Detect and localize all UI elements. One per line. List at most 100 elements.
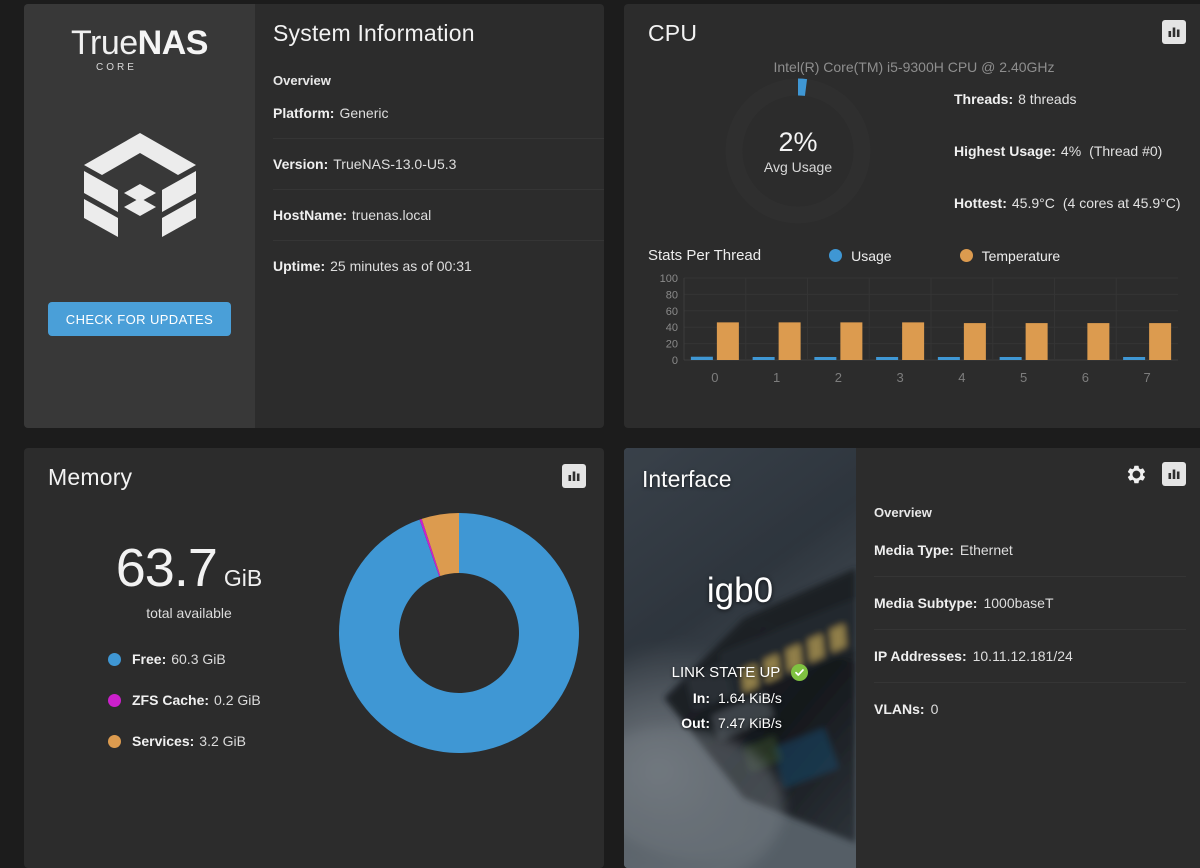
- interface-name: igb0: [706, 571, 774, 610]
- info-row-version: Version: TrueNAS-13.0-U5.3: [273, 139, 604, 190]
- zfs-cache-key: ZFS Cache:: [132, 692, 210, 708]
- svg-text:60: 60: [666, 306, 678, 318]
- hostname-key: HostName:: [273, 207, 347, 223]
- interface-photo-overlay: Interface igb0 LINK STATE UP In: 1.64 KiB…: [624, 448, 856, 868]
- highest-usage-key: Highest Usage:: [954, 143, 1056, 159]
- version-key: Version:: [273, 156, 329, 172]
- memory-summary: 63.7 GiB total available Free: 60.3 GiB Z…: [34, 491, 324, 774]
- info-row-hostname: HostName: truenas.local: [273, 190, 604, 241]
- interface-action-icons: [856, 462, 1200, 486]
- legend-usage-label: Usage: [851, 247, 892, 264]
- services-color-dot: [108, 734, 121, 748]
- interface-row-ip-addresses: IP Addresses: 10.11.12.181/24: [874, 630, 1186, 683]
- services-key: Services:: [132, 733, 195, 749]
- highest-usage-value: 4%: [1060, 143, 1082, 159]
- legend-usage-dot: [829, 249, 843, 262]
- interface-overview-label: Overview: [874, 505, 932, 520]
- media-subtype-key: Media Subtype:: [874, 595, 978, 611]
- out-key: Out:: [681, 715, 710, 731]
- info-row-uptime: Uptime: 25 minutes as of 00:31: [273, 241, 604, 291]
- legend-usage[interactable]: Usage: [829, 247, 892, 264]
- interface-photo: Interface igb0 LINK STATE UP In: 1.64 KiB…: [624, 448, 856, 868]
- info-row-platform: Platform: Generic: [273, 88, 604, 139]
- system-information-details: System Information Overview Platform: Gen…: [255, 4, 604, 428]
- brand-true-text: True: [71, 24, 138, 62]
- thread-chart-header: Stats Per Thread Usage Temperature: [624, 247, 1200, 264]
- free-key: Free:: [132, 651, 167, 667]
- vlans-key: VLANs:: [874, 701, 925, 717]
- memory-donut-chart[interactable]: [324, 511, 594, 755]
- cpu-usage-percent: 2%: [778, 127, 818, 157]
- version-value: TrueNAS-13.0-U5.3: [333, 156, 457, 172]
- cpu-stats-list: Threads: 8 threads Highest Usage: 4% (Threa…: [948, 91, 1186, 211]
- stats-per-thread-title: Stats Per Thread: [648, 247, 762, 264]
- memory-title: Memory: [48, 464, 133, 490]
- cpu-card-header: CPU: [624, 4, 1200, 47]
- system-information-title: System Information: [273, 20, 475, 46]
- svg-text:2: 2: [835, 370, 842, 385]
- svg-text:7: 7: [1144, 370, 1151, 385]
- free-value: 60.3 GiB: [171, 651, 226, 667]
- vlans-value: 0: [930, 701, 939, 717]
- interface-row-media-type: Media Type: Ethernet: [874, 520, 1186, 577]
- free-color-dot: [108, 652, 121, 666]
- link-state: LINK STATE UP: [672, 664, 809, 681]
- cpu-gauge-text: 2% Avg Usage: [648, 77, 948, 225]
- brand-core-text: CORE: [96, 62, 137, 73]
- zfs-cache-value: 0.2 GiB: [214, 692, 261, 708]
- cpu-title: CPU: [648, 20, 698, 46]
- media-type-key: Media Type:: [874, 542, 954, 558]
- cpu-body: 2% Avg Usage Threads: 8 threads Highest U…: [624, 77, 1200, 225]
- ip-addresses-key: IP Addresses:: [874, 648, 967, 664]
- svg-text:3: 3: [897, 370, 904, 385]
- highest-usage-thread: (Thread #0): [1089, 143, 1163, 159]
- memory-body: 63.7 GiB total available Free: 60.3 GiB Z…: [24, 491, 604, 774]
- svg-text:1: 1: [773, 370, 780, 385]
- cpu-stat-hottest: Hottest: 45.9°C (4 cores at 45.9°C): [954, 195, 1186, 211]
- memory-legend-free[interactable]: Free: 60.3 GiB: [108, 651, 324, 667]
- truenas-logo-column: TrueNAS CORE CHECK FOR UPDATES: [24, 4, 255, 428]
- truenas-cube-logo-icon: [78, 129, 202, 246]
- check-for-updates-button[interactable]: CHECK FOR UPDATES: [47, 302, 232, 336]
- gear-icon[interactable]: [1124, 462, 1148, 486]
- memory-total-value: 63.7: [115, 538, 218, 598]
- threads-value: 8 threads: [1018, 91, 1077, 107]
- memory-legend-services[interactable]: Services: 3.2 GiB: [108, 733, 324, 749]
- brand-nas-text: NAS: [137, 24, 209, 62]
- bar-chart-icon[interactable]: [562, 464, 586, 488]
- interface-card: Interface igb0 LINK STATE UP In: 1.64 KiB…: [624, 448, 1200, 868]
- hostname-value: truenas.local: [351, 207, 432, 223]
- ip-addresses-value: 10.11.12.181/24: [972, 648, 1073, 664]
- bar-chart-icon[interactable]: [1162, 462, 1186, 486]
- memory-legend: Free: 60.3 GiB ZFS Cache: 0.2 GiB Services…: [54, 651, 324, 749]
- memory-legend-zfs-cache[interactable]: ZFS Cache: 0.2 GiB: [108, 692, 324, 708]
- system-information-card: TrueNAS CORE CHECK FOR UPDATES System In…: [24, 4, 604, 428]
- dashboard-grid: TrueNAS CORE CHECK FOR UPDATES System In…: [0, 0, 1200, 868]
- uptime-key: Uptime:: [273, 258, 326, 274]
- legend-temperature-dot: [959, 249, 973, 262]
- zfs-cache-color-dot: [108, 693, 121, 707]
- hottest-detail: (4 cores at 45.9°C): [1062, 195, 1181, 211]
- threads-key: Threads:: [954, 91, 1014, 107]
- platform-key: Platform:: [273, 105, 335, 121]
- svg-text:100: 100: [660, 274, 678, 285]
- bar-chart-icon[interactable]: [1162, 20, 1186, 44]
- memory-total: 63.7 GiB: [54, 537, 324, 599]
- services-value: 3.2 GiB: [199, 733, 246, 749]
- interface-row-media-subtype: Media Subtype: 1000baseT: [874, 577, 1186, 630]
- out-value: 7.47 KiB/s: [718, 715, 782, 731]
- legend-temperature[interactable]: Temperature: [959, 248, 1060, 264]
- interface-rows: Media Type: Ethernet Media Subtype: 1000ba…: [856, 520, 1200, 735]
- link-state-label: LINK STATE UP: [671, 664, 781, 681]
- interface-details: Overview Media Type: Ethernet Media Subty…: [856, 448, 1200, 868]
- interface-out-rate: Out: 7.47 KiB/s: [676, 715, 804, 731]
- cpu-stat-threads: Threads: 8 threads: [954, 91, 1186, 107]
- interface-in-rate: In: 1.64 KiB/s: [676, 690, 804, 706]
- check-circle-icon: [791, 664, 809, 681]
- hottest-key: Hottest:: [954, 195, 1007, 211]
- memory-total-unit: GiB: [223, 565, 263, 591]
- stats-per-thread-chart[interactable]: 0 20 40 60 80 100 0 1 2 3 4 5 6 7: [624, 264, 1200, 397]
- svg-text:20: 20: [666, 339, 678, 351]
- svg-text:80: 80: [666, 289, 678, 301]
- svg-text:4: 4: [958, 370, 965, 385]
